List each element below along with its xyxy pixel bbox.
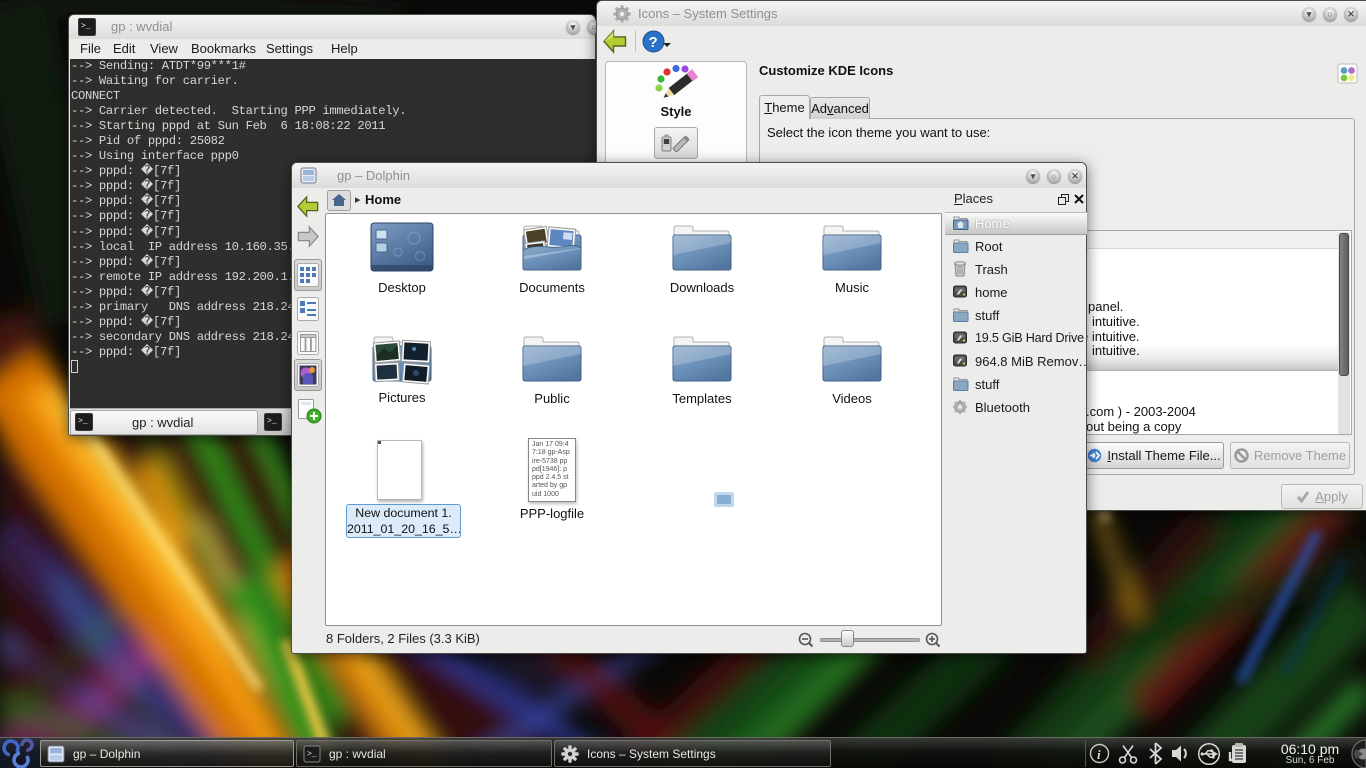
svg-text:>_: >_ <box>307 750 317 759</box>
svg-text:>_: >_ <box>267 417 277 426</box>
svg-text:>_: >_ <box>81 22 91 31</box>
svg-text:i: i <box>1097 747 1101 762</box>
svg-text:>_: >_ <box>78 417 88 426</box>
svg-text:?: ? <box>649 34 658 51</box>
